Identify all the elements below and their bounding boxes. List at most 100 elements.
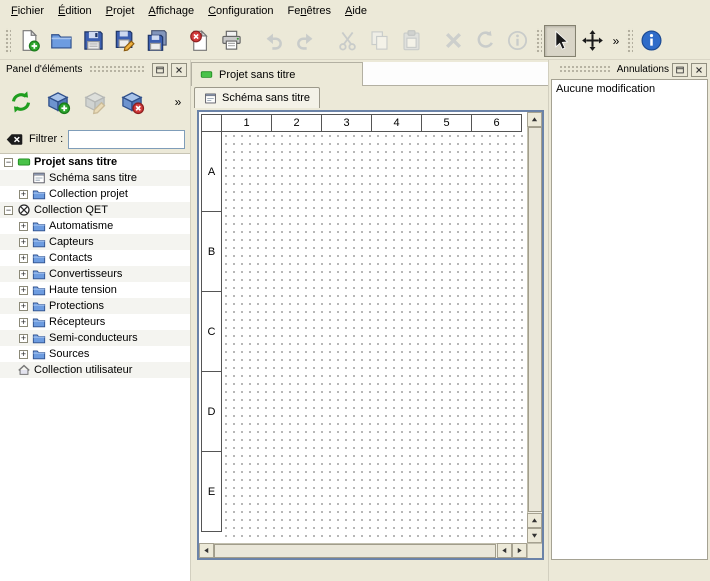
menu-item-affichage[interactable]: Affichage	[141, 2, 201, 20]
scroll-left-button[interactable]	[199, 543, 214, 558]
print-button[interactable]	[215, 25, 247, 57]
schema-tab[interactable]: Schéma sans titre	[194, 87, 320, 108]
scrollbar-corner	[527, 543, 542, 558]
tree-item-recepteurs[interactable]: +Récepteurs	[0, 314, 190, 330]
menu-item-edition[interactable]: Édition	[51, 2, 99, 20]
column-header-5: 5	[422, 114, 472, 132]
horizontal-scrollbar-thumb[interactable]	[214, 544, 496, 558]
save-as-button[interactable]	[109, 25, 141, 57]
toolbar-grip[interactable]	[626, 28, 633, 54]
diagram-grid[interactable]	[222, 132, 527, 543]
tree-item-protections[interactable]: +Protections	[0, 298, 190, 314]
horizontal-scrollbar[interactable]	[199, 543, 527, 558]
undo-panel-grip[interactable]	[559, 65, 610, 74]
undo-panel-close-button[interactable]	[691, 63, 707, 77]
elements-panel-close-button[interactable]	[171, 63, 187, 77]
pan-mode-button[interactable]	[576, 25, 608, 57]
expander-plus-icon[interactable]: +	[19, 238, 28, 247]
expander-plus-icon[interactable]: +	[19, 286, 28, 295]
element-info-button[interactable]	[501, 25, 533, 57]
floppy-all-icon	[146, 29, 169, 52]
expander-plus-icon[interactable]: +	[19, 334, 28, 343]
undo-panel-float-button[interactable]	[672, 63, 688, 77]
menu-item-aide[interactable]: Aide	[338, 2, 374, 20]
save-all-button[interactable]	[141, 25, 173, 57]
tree-item-collection-utilisateur[interactable]: Collection utilisateur	[0, 362, 190, 378]
column-header-6: 6	[472, 114, 522, 132]
elements-panel-grip[interactable]	[89, 65, 145, 74]
elements-tree: −Projet sans titreSchéma sans titre+Coll…	[0, 153, 190, 581]
scroll-up-button[interactable]	[527, 112, 542, 127]
undo-history-list[interactable]: Aucune modification	[551, 79, 708, 560]
delete-button[interactable]	[437, 25, 469, 57]
undo-button[interactable]	[257, 25, 289, 57]
about-button[interactable]	[635, 25, 667, 57]
menu-item-fenetres[interactable]: Fenêtres	[281, 2, 338, 20]
expander-minus-icon[interactable]: −	[4, 206, 13, 215]
diagram-canvas[interactable]: 123456 ABCDE	[199, 112, 527, 543]
info-gray-icon	[506, 29, 529, 52]
cut-button[interactable]	[331, 25, 363, 57]
project-icon	[200, 68, 213, 81]
redo-button[interactable]	[289, 25, 321, 57]
close-file-button[interactable]	[183, 25, 215, 57]
reload-collections-button[interactable]	[4, 85, 38, 119]
folder-icon	[31, 267, 46, 282]
edit-element-button[interactable]	[78, 85, 112, 119]
tree-item-semi-conducteurs[interactable]: +Semi-conducteurs	[0, 330, 190, 346]
expander-plus-icon[interactable]: +	[19, 350, 28, 359]
toolbar-overflow-button[interactable]: »	[608, 27, 624, 55]
expander-plus-icon[interactable]: +	[19, 190, 28, 199]
tree-item-projet-sans-titre[interactable]: −Projet sans titre	[0, 154, 190, 170]
scroll-up-button-2[interactable]	[527, 513, 542, 528]
copy-button[interactable]	[363, 25, 395, 57]
expander-plus-icon[interactable]: +	[19, 302, 28, 311]
tree-item-capteurs[interactable]: +Capteurs	[0, 234, 190, 250]
clear-filter-icon[interactable]	[5, 130, 24, 149]
toolbar-grip[interactable]	[535, 28, 542, 54]
rotate-button[interactable]	[469, 25, 501, 57]
open-file-button[interactable]	[45, 25, 77, 57]
save-button[interactable]	[77, 25, 109, 57]
main-toolbar: »	[0, 22, 710, 60]
tree-item-collection-projet[interactable]: +Collection projet	[0, 186, 190, 202]
select-mode-button[interactable]	[544, 25, 576, 57]
vertical-scrollbar[interactable]	[527, 112, 542, 543]
paste-button[interactable]	[395, 25, 427, 57]
new-element-button[interactable]	[41, 85, 75, 119]
scroll-right-button[interactable]	[512, 543, 527, 558]
folder-icon	[31, 235, 46, 250]
page-close-icon	[188, 29, 211, 52]
folder-icon	[31, 315, 46, 330]
elements-panel-float-button[interactable]	[152, 63, 168, 77]
vertical-scrollbar-thumb[interactable]	[528, 127, 542, 512]
filter-input[interactable]	[68, 130, 185, 149]
tree-item-convertisseurs[interactable]: +Convertisseurs	[0, 266, 190, 282]
close-icon	[174, 65, 184, 75]
tree-item-collection-qet[interactable]: −Collection QET	[0, 202, 190, 218]
scroll-left-button-2[interactable]	[497, 543, 512, 558]
menu-item-configuration[interactable]: Configuration	[201, 2, 280, 20]
tree-item-automatisme[interactable]: +Automatisme	[0, 218, 190, 234]
expander-plus-icon[interactable]: +	[19, 318, 28, 327]
tree-item-contacts[interactable]: +Contacts	[0, 250, 190, 266]
expander-plus-icon[interactable]: +	[19, 254, 28, 263]
menu-item-projet[interactable]: Projet	[99, 2, 142, 20]
expander-plus-icon[interactable]: +	[19, 270, 28, 279]
menu-item-fichier[interactable]: Fichier	[4, 2, 51, 20]
tree-item-schema-sans-titre[interactable]: Schéma sans titre	[0, 170, 190, 186]
folder-icon	[31, 251, 46, 266]
float-icon	[675, 65, 685, 75]
elements-toolbar-overflow-button[interactable]: »	[170, 88, 186, 116]
toolbar-grip[interactable]	[4, 28, 11, 54]
tree-item-haute-tension[interactable]: +Haute tension	[0, 282, 190, 298]
new-file-button[interactable]	[13, 25, 45, 57]
project-tab[interactable]: Projet sans titre	[191, 62, 363, 86]
delete-element-button[interactable]	[115, 85, 149, 119]
expander-minus-icon[interactable]: −	[4, 158, 13, 167]
box-new-icon	[45, 89, 71, 115]
scroll-down-button[interactable]	[527, 528, 542, 543]
tree-item-sources[interactable]: +Sources	[0, 346, 190, 362]
arrow-right-icon	[516, 547, 523, 554]
expander-plus-icon[interactable]: +	[19, 222, 28, 231]
